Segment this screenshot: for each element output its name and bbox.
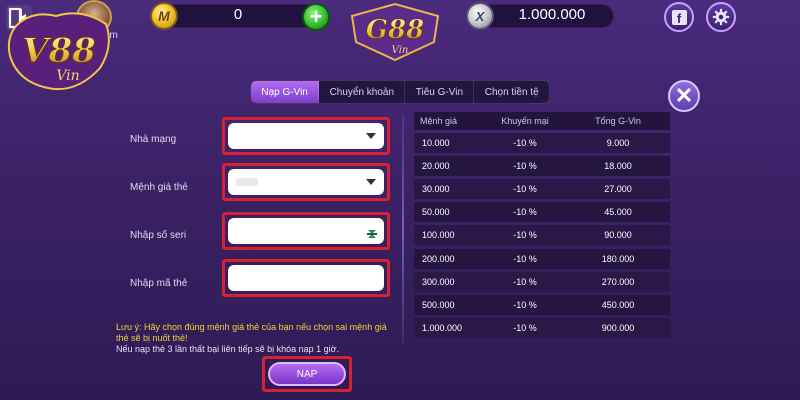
network-value[interactable] <box>228 123 384 149</box>
header-total: Tổng G-Vin <box>595 116 641 126</box>
network-select[interactable] <box>222 117 390 155</box>
table-row: 30.000 -10 % 27.000 <box>414 179 670 200</box>
denomination-value-blurred <box>236 178 258 186</box>
panel-divider <box>402 114 404 344</box>
tab-tieu-gvin[interactable]: Tiêu G-Vin <box>405 81 475 103</box>
facebook-button[interactable]: f <box>664 2 694 32</box>
table-row: 100.000 -10 % 90.000 <box>414 225 670 246</box>
rate-table-header: Mệnh giá Khuyến mại Tổng G-Vin <box>414 112 670 130</box>
cell-promotion: -10 % <box>513 230 537 241</box>
settings-button[interactable] <box>706 2 736 32</box>
silver-coin-icon: X <box>466 2 494 30</box>
cell-denomination: 100.000 <box>422 230 455 241</box>
table-row: 20.000 -10 % 18.000 <box>414 156 670 177</box>
card-code-input-wrap <box>222 259 390 297</box>
deposit-note: Lưu ý: Hãy chọn đúng mệnh giá thẻ của bạ… <box>116 322 396 355</box>
cell-denomination: 10.000 <box>422 138 450 149</box>
gold-balance: 0 <box>233 6 243 23</box>
table-row: 10.000 -10 % 9.000 <box>414 133 670 154</box>
cell-promotion: -10 % <box>513 138 537 149</box>
svg-text:Vin: Vin <box>56 68 79 84</box>
deposit-tabs: Nạp G-Vin Chuyển khoản Tiêu G-Vin Chọn t… <box>250 80 550 104</box>
cell-total: 90.000 <box>604 230 632 241</box>
cell-total: 450.000 <box>601 299 635 310</box>
cell-denomination: 300.000 <box>422 276 455 287</box>
cell-promotion: -10 % <box>513 253 537 264</box>
cell-total: 9.000 <box>606 138 630 149</box>
tab-chuyen-khoan[interactable]: Chuyển khoản <box>319 81 406 103</box>
v88-brand-logo: V88 Vin <box>2 6 116 98</box>
cell-denomination: 200.000 <box>422 253 455 264</box>
facebook-icon: f <box>671 9 687 25</box>
denomination-label: Mệnh giá thẻ <box>130 182 188 193</box>
serial-input-wrap <box>222 212 390 250</box>
table-row: 500.000 -10 % 450.000 <box>414 294 670 315</box>
submit-button[interactable]: NẠP <box>268 362 346 386</box>
cell-denomination: 50.000 <box>422 207 450 218</box>
cell-denomination: 30.000 <box>422 184 450 195</box>
card-code-input[interactable] <box>228 265 384 291</box>
rate-table: Mệnh giá Khuyến mại Tổng G-Vin 10.000 -1… <box>414 112 670 338</box>
cell-denomination: 1.000.000 <box>422 322 463 333</box>
tab-nap-gvin[interactable]: Nạp G-Vin <box>251 81 320 103</box>
cell-promotion: -10 % <box>513 184 537 195</box>
table-row: 300.000 -10 % 270.000 <box>414 271 670 292</box>
cell-promotion: -10 % <box>513 276 537 287</box>
cell-denomination: 20.000 <box>422 161 450 172</box>
add-coin-button[interactable]: + <box>302 3 330 31</box>
submit-highlight: NẠP <box>262 356 352 392</box>
g88-brand-logo: G88 Vin <box>344 2 446 64</box>
network-label: Nhà mạng <box>130 134 177 145</box>
denomination-select[interactable] <box>222 163 390 201</box>
cell-total: 27.000 <box>604 184 632 195</box>
svg-text:V88: V88 <box>22 31 96 71</box>
card-code-label: Nhập mã thẻ <box>130 278 188 289</box>
note-highlight: Lưu ý: Hãy chọn đúng mệnh giá thẻ của bạ… <box>116 322 387 343</box>
header-promotion: Khuyến mại <box>501 116 549 126</box>
cell-promotion: -10 % <box>513 207 537 218</box>
table-row: 200.000 -10 % 180.000 <box>414 248 670 269</box>
tab-chon-tien-te[interactable]: Chọn tiền tệ <box>474 81 549 103</box>
table-row: 50.000 -10 % 45.000 <box>414 202 670 223</box>
cell-promotion: -10 % <box>513 161 537 172</box>
cell-total: 180.000 <box>601 253 635 264</box>
cell-total: 270.000 <box>601 276 635 287</box>
close-button[interactable]: ✕ <box>668 80 700 112</box>
cell-total: 18.000 <box>604 161 632 172</box>
table-row: 1.000.000 -10 % 900.000 <box>414 317 670 338</box>
gold-coin-icon: M <box>150 2 178 30</box>
cell-promotion: -10 % <box>513 299 537 310</box>
cell-total: 900.000 <box>601 322 635 333</box>
note-warning: Nếu nạp thẻ 3 lần thất bại liên tiếp sẽ … <box>116 344 340 354</box>
svg-text:Vin: Vin <box>392 45 409 56</box>
gear-icon <box>712 8 730 26</box>
svg-text:G88: G88 <box>366 15 424 45</box>
cell-promotion: -10 % <box>513 322 537 333</box>
chevron-down-icon <box>366 133 376 139</box>
silver-balance: 1.000.000 <box>518 6 586 23</box>
cell-total: 45.000 <box>604 207 632 218</box>
keyboard-icon[interactable] <box>367 226 377 238</box>
serial-input[interactable] <box>228 218 384 244</box>
header-denomination: Mệnh giá <box>420 116 458 126</box>
cell-denomination: 500.000 <box>422 299 455 310</box>
chevron-down-icon <box>366 179 376 185</box>
serial-label: Nhập số seri <box>130 230 187 241</box>
